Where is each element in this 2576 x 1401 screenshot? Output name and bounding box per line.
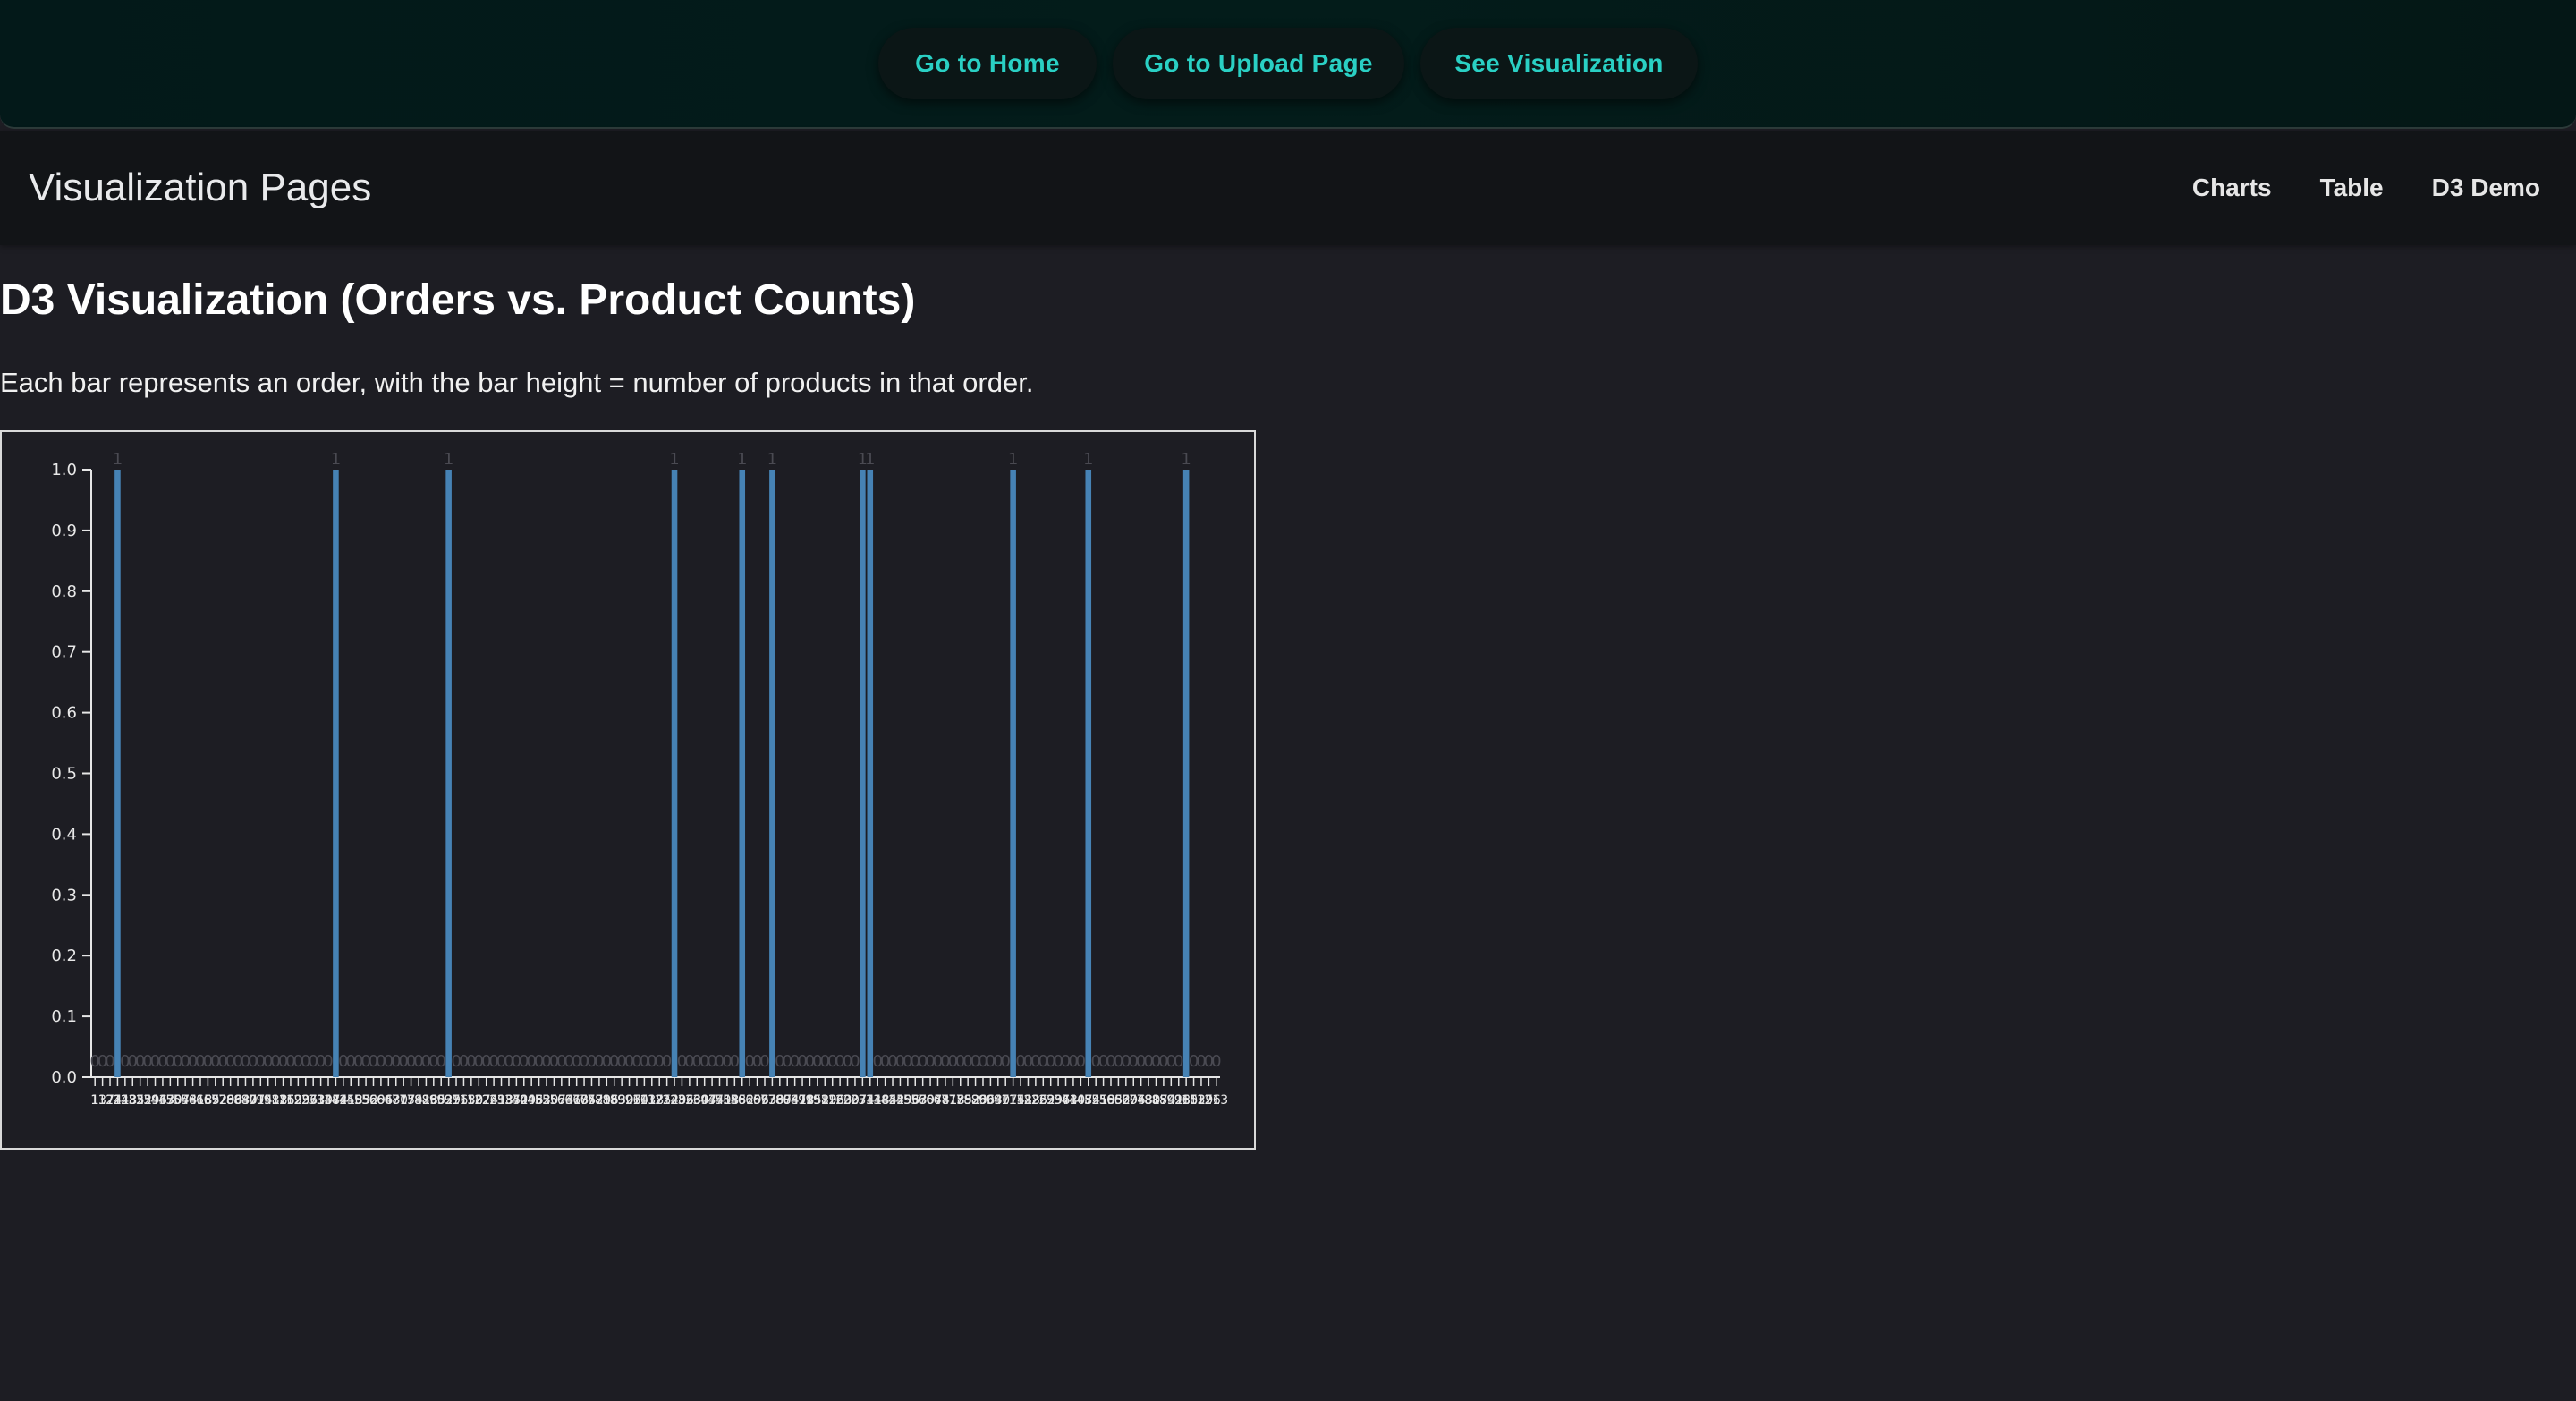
bar	[860, 470, 866, 1077]
bar	[1010, 470, 1016, 1077]
zero-bar-label: 0	[105, 1052, 114, 1071]
bar	[333, 470, 339, 1077]
page-title: D3 Visualization (Orders vs. Product Cou…	[0, 276, 916, 324]
y-tick-label: 0.8	[51, 582, 77, 601]
bar	[671, 470, 678, 1077]
page-description: Each bar represents an order, with the b…	[0, 367, 1034, 398]
go-to-upload-page-button[interactable]: Go to Upload Page	[1113, 28, 1404, 99]
y-tick-label: 0.7	[51, 643, 77, 662]
y-tick-label: 0.5	[51, 765, 77, 784]
zero-bar-label: 0	[436, 1052, 445, 1071]
see-visualization-button[interactable]: See Visualization	[1420, 28, 1698, 99]
bar-value-label: 1	[113, 450, 123, 469]
y-tick-label: 0.3	[51, 886, 77, 904]
zero-bar-label: 0	[323, 1052, 333, 1071]
zero-bar-label: 0	[759, 1052, 769, 1071]
y-tick-label: 0.0	[51, 1068, 77, 1087]
bar	[739, 470, 746, 1077]
y-tick-label: 0.6	[51, 704, 77, 723]
zero-bar-label: 0	[1076, 1052, 1086, 1071]
bar-value-label: 1	[1181, 450, 1191, 469]
bar	[114, 470, 121, 1077]
chart-container: 0.0 0.1 0.2 0.3 0.4 0.5 0.6 0.7 0.8 0.9 1.0 1 137 17…	[0, 430, 1256, 1150]
bar-value-label: 1	[737, 450, 747, 469]
y-tick-label: 0.9	[51, 522, 77, 540]
x-axis: 1137174211248285322359396433470507544581…	[90, 1076, 1228, 1108]
y-axis: 0.0 0.1 0.2 0.3 0.4 0.5 0.6 0.7 0.8 0.9 1.0	[51, 461, 92, 1087]
bar-value-label: 1	[1008, 450, 1018, 469]
y-tick-label: 0.4	[51, 825, 77, 844]
app-bar-title: Visualization Pages	[29, 166, 372, 209]
bar-value-label: 1	[331, 450, 341, 469]
go-to-home-button[interactable]: Go to Home	[878, 28, 1097, 99]
bar-value-label: 1	[1083, 450, 1093, 469]
y-tick-label: 0.1	[51, 1007, 77, 1026]
x-tick-label: 213	[1204, 1093, 1228, 1108]
bar-value-label: 1	[767, 450, 777, 469]
bar	[1085, 470, 1092, 1077]
zero-bar-label: 0	[1000, 1052, 1010, 1071]
d3-demo-link[interactable]: D3 Demo	[2432, 174, 2540, 202]
charts-link[interactable]: Charts	[2192, 174, 2272, 202]
bar	[445, 470, 452, 1077]
bar-value-label: 1	[865, 450, 875, 469]
table-link[interactable]: Table	[2320, 174, 2384, 202]
bars-group: 000 0000000000000000000000000000 000000000…	[89, 450, 1222, 1077]
zero-bar-label: 0	[730, 1052, 740, 1071]
bar-chart: 0.0 0.1 0.2 0.3 0.4 0.5 0.6 0.7 0.8 0.9 1.0 113717…	[51, 450, 1228, 1108]
bar	[867, 470, 874, 1077]
app-bar-links: Charts Table D3 Demo	[2192, 174, 2540, 202]
zero-bar-label: 0	[662, 1052, 672, 1071]
y-tick-label: 0.2	[51, 947, 77, 965]
top-nav: Go to Home Go to Upload Page See Visuali…	[0, 0, 2576, 129]
app-bar: Visualization Pages Charts Table D3 Demo	[0, 131, 2576, 245]
bar-value-label: 1	[669, 450, 679, 469]
zero-bar-label: 0	[1211, 1052, 1221, 1071]
bar	[769, 470, 775, 1077]
y-tick-label: 1.0	[51, 461, 77, 480]
bar-value-label: 1	[444, 450, 453, 469]
zero-bar-label: 0	[1174, 1052, 1183, 1071]
bar	[1182, 470, 1190, 1077]
zero-bar-label: 0	[850, 1052, 860, 1071]
